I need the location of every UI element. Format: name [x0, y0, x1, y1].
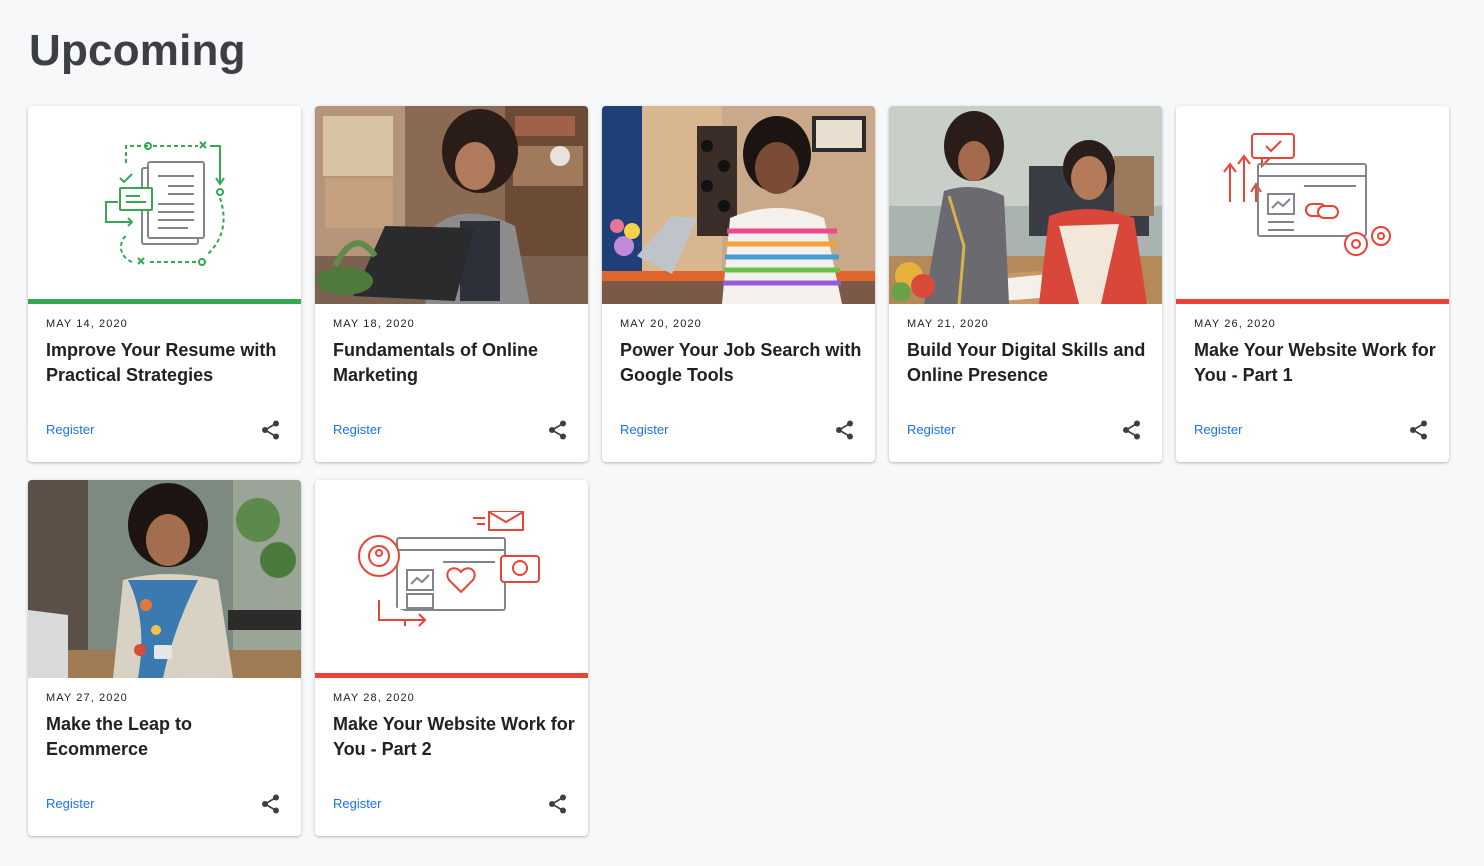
event-card[interactable]: MAY 21, 2020 Build Your Digital Skills a…: [889, 106, 1162, 462]
share-icon[interactable]: [260, 419, 282, 441]
accent-bar: [28, 299, 301, 304]
event-date: MAY 18, 2020: [333, 318, 415, 330]
website-illustration-2: [315, 480, 588, 673]
event-card[interactable]: MAY 27, 2020 Make the Leap to Ecommerce …: [28, 480, 301, 836]
register-link[interactable]: Register: [620, 422, 668, 437]
resume-illustration: [28, 106, 301, 299]
event-date: MAY 27, 2020: [46, 692, 128, 704]
register-link[interactable]: Register: [333, 796, 381, 811]
event-title[interactable]: Fundamentals of Online Marketing: [333, 338, 578, 388]
event-date: MAY 28, 2020: [333, 692, 415, 704]
share-icon[interactable]: [834, 419, 856, 441]
event-date: MAY 21, 2020: [907, 318, 989, 330]
website-illustration: [1176, 106, 1449, 299]
share-icon[interactable]: [260, 793, 282, 815]
photo-two-women-office: [889, 106, 1162, 304]
share-icon[interactable]: [1408, 419, 1430, 441]
register-link[interactable]: Register: [1194, 422, 1242, 437]
event-title[interactable]: Build Your Digital Skills and Online Pre…: [907, 338, 1152, 388]
photo-woman-smiling-striped-shirt: [602, 106, 875, 304]
event-card[interactable]: MAY 20, 2020 Power Your Job Search with …: [602, 106, 875, 462]
event-card[interactable]: MAY 14, 2020 Improve Your Resume with Pr…: [28, 106, 301, 462]
register-link[interactable]: Register: [907, 422, 955, 437]
event-title[interactable]: Make Your Website Work for You - Part 1: [1194, 338, 1439, 388]
register-link[interactable]: Register: [46, 796, 94, 811]
register-link[interactable]: Register: [46, 422, 94, 437]
section-title: Upcoming: [29, 26, 246, 75]
event-date: MAY 20, 2020: [620, 318, 702, 330]
event-title[interactable]: Make the Leap to Ecommerce: [46, 712, 291, 762]
photo-woman-phone-scarf: [28, 480, 301, 678]
event-date: MAY 26, 2020: [1194, 318, 1276, 330]
event-card[interactable]: MAY 28, 2020 Make Your Website Work for …: [315, 480, 588, 836]
upcoming-page: Upcoming MAY 14, 2020 Improve Your Resum…: [0, 0, 1484, 866]
event-card[interactable]: MAY 18, 2020 Fundamentals of Online Mark…: [315, 106, 588, 462]
photo-woman-laptop: [315, 106, 588, 304]
event-card[interactable]: MAY 26, 2020 Make Your Website Work for …: [1176, 106, 1449, 462]
share-icon[interactable]: [1121, 419, 1143, 441]
accent-bar: [315, 673, 588, 678]
register-link[interactable]: Register: [333, 422, 381, 437]
accent-bar: [1176, 299, 1449, 304]
share-icon[interactable]: [547, 419, 569, 441]
event-title[interactable]: Improve Your Resume with Practical Strat…: [46, 338, 291, 388]
event-title[interactable]: Make Your Website Work for You - Part 2: [333, 712, 578, 762]
event-title[interactable]: Power Your Job Search with Google Tools: [620, 338, 865, 388]
share-icon[interactable]: [547, 793, 569, 815]
event-date: MAY 14, 2020: [46, 318, 128, 330]
